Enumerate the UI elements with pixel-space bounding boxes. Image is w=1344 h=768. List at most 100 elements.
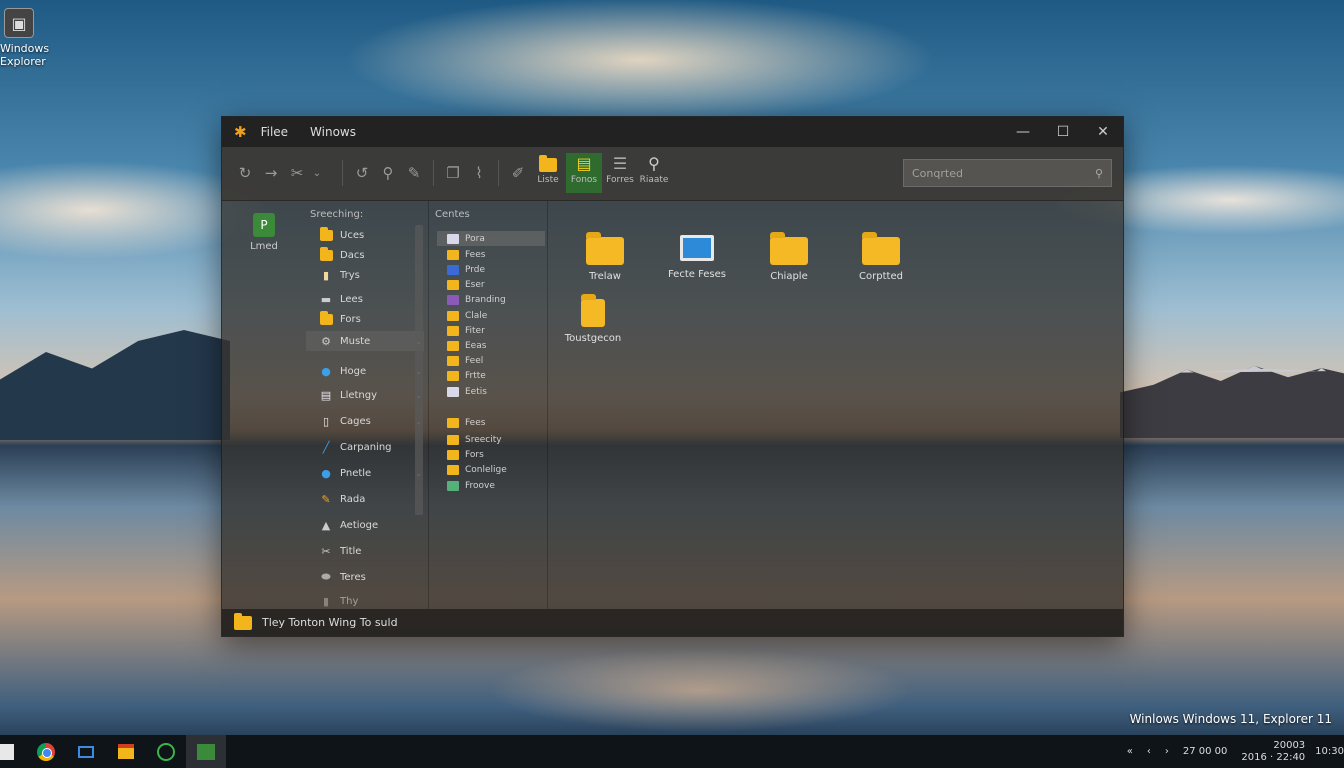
file-item-label: Trelaw: [589, 271, 621, 282]
tree-item[interactable]: Conlelige: [437, 462, 545, 477]
edit-icon[interactable]: ✐: [505, 164, 531, 182]
tree-item[interactable]: Eetis: [437, 384, 545, 399]
tree-item[interactable]: Froove: [437, 478, 545, 493]
copy-icon[interactable]: ❐: [440, 164, 466, 182]
list-view-button[interactable]: Liste: [530, 153, 566, 193]
tree-item-label: Feel: [465, 355, 484, 366]
explorer-window: ✱ Filee Winows — ☐ ✕ ↻ → ✂ ⌄ ↺ ⚲ ✎ ❐ ⌇ ✐…: [221, 116, 1124, 637]
quick-access-item[interactable]: P Lmed: [244, 213, 284, 252]
tree-item[interactable]: Prde: [437, 262, 545, 277]
tree-item-label: Conlelige: [465, 464, 507, 475]
maximize-button[interactable]: ☐: [1043, 124, 1083, 140]
tree-item[interactable]: Sreecity: [437, 432, 545, 447]
nav-item[interactable]: ▮ Trys: [306, 265, 424, 285]
drive-icon: ⬬: [321, 570, 331, 583]
attach-icon[interactable]: ⌇: [466, 164, 492, 182]
tree-item[interactable]: Fiter: [437, 323, 545, 338]
tree-item[interactable]: Eeas: [437, 338, 545, 353]
nav-item-label: Rada: [340, 493, 366, 505]
tree-item[interactable]: Fors: [437, 447, 545, 462]
tree-item[interactable]: Frtte: [437, 368, 545, 383]
tree-item[interactable]: Eser: [437, 277, 545, 292]
tray-next-icon[interactable]: ›: [1165, 746, 1169, 757]
forms-button[interactable]: ☰ Forres: [602, 153, 638, 193]
tree-item-label: Sreecity: [465, 434, 502, 445]
file-item-folder[interactable]: Trelaw: [570, 232, 640, 282]
quick-access-label: Lmed: [250, 241, 278, 252]
search-tool-button[interactable]: ⚲ Riaate: [636, 153, 672, 193]
close-button[interactable]: ✕: [1083, 124, 1123, 140]
refresh-icon[interactable]: ↻: [232, 164, 258, 182]
nav-item-label: Trys: [340, 269, 360, 281]
nav-item-label: Pnetle: [340, 467, 372, 479]
tree-item-label: Froove: [465, 480, 495, 491]
nav-item[interactable]: Dacs: [306, 245, 424, 265]
sync-icon[interactable]: ↺: [349, 164, 375, 182]
menu-windows[interactable]: Winows: [310, 125, 356, 139]
fonts-button[interactable]: ▤ Fonos: [566, 153, 602, 193]
fonts-label: Fonos: [570, 175, 598, 185]
tree-item[interactable]: Clale: [437, 308, 545, 323]
tree-item[interactable]: Fees: [437, 415, 545, 430]
tree-item[interactable]: Feel: [437, 353, 545, 368]
file-item-folder[interactable]: Chiaple: [754, 232, 824, 282]
taskbar-chrome[interactable]: [26, 735, 66, 768]
taskbar-clock[interactable]: [146, 735, 186, 768]
nav-scroll-thumb[interactable]: [415, 225, 423, 515]
nav-item[interactable]: ╱ Carpaning: [306, 437, 424, 457]
search-icon[interactable]: ⚲: [1095, 167, 1103, 180]
nav-item[interactable]: Fors: [306, 309, 424, 329]
taskbar-calendar[interactable]: [106, 735, 146, 768]
nav-item[interactable]: ✂ Title: [306, 541, 424, 561]
magnifier-icon: ⚲: [648, 154, 660, 173]
minimize-button[interactable]: —: [1003, 124, 1043, 140]
nav-item[interactable]: ▲ Aetioge: [306, 515, 424, 535]
tree-item-label: Prde: [465, 264, 486, 275]
nav-item-label: Cages: [340, 415, 371, 427]
nav-item[interactable]: ▬ Lees: [306, 289, 424, 309]
brush-icon[interactable]: ✎: [401, 164, 427, 182]
nav-item[interactable]: ▤Lletngy⌄: [306, 385, 424, 405]
forward-arrow-icon[interactable]: →: [258, 164, 284, 182]
nav-item-selected[interactable]: ⚙Muste⌄: [306, 331, 424, 351]
tree-item-selected[interactable]: Pora: [437, 231, 545, 246]
tree-item-label: Fiter: [465, 325, 485, 336]
tree-item-label: Fees: [465, 417, 486, 428]
forms-label: Forres: [606, 175, 634, 185]
tray-prev-icon[interactable]: ‹: [1147, 746, 1151, 757]
nav-item[interactable]: ●Pnetle⌄: [306, 463, 424, 483]
nav-item[interactable]: ▯Cages⌄: [306, 411, 424, 431]
nav-item-label: Muste: [340, 335, 371, 347]
search-input[interactable]: [912, 166, 1095, 180]
chevron-down-icon[interactable]: ⌄: [310, 168, 324, 179]
taskbar-display[interactable]: [66, 735, 106, 768]
document-icon: ▮: [322, 268, 330, 282]
file-item-monitor[interactable]: Fecte Feses: [662, 235, 732, 280]
folder-icon: [447, 355, 459, 366]
folder-document-icon: [581, 294, 605, 327]
nav-item[interactable]: ✎ Rada: [306, 489, 424, 509]
tray-rewind-icon[interactable]: «: [1127, 746, 1133, 757]
tree-item[interactable]: Fees: [437, 247, 545, 262]
tray-status-text: 27 00 00: [1182, 746, 1228, 757]
tray-clock[interactable]: 10:30: [1315, 746, 1344, 758]
nav-scrollbar[interactable]: [415, 225, 423, 515]
tree-item-label: Fors: [465, 449, 484, 460]
nav-item[interactable]: ⬬ Teres: [306, 567, 424, 587]
tree-item[interactable]: Branding: [437, 292, 545, 307]
nav-item[interactable]: ▮ Thy: [306, 591, 424, 611]
nav-item[interactable]: ●Hoge⌄: [306, 361, 424, 381]
file-item-folder-doc[interactable]: Toustgecon: [558, 294, 628, 344]
nav-item-label: Fors: [340, 313, 361, 325]
nav-item[interactable]: Uces: [306, 225, 424, 245]
tray-date-block[interactable]: 20003 2016 · 22:40: [1241, 740, 1305, 764]
desktop-icon-explorer[interactable]: ▣ Windows Explorer: [0, 8, 50, 68]
taskbar-explorer[interactable]: [186, 735, 226, 768]
navigation-pane: Sreeching: Uces Dacs ▮ Trys ▬ Lees Fors ⚙ M…: [306, 201, 428, 611]
pin-icon[interactable]: ⚲: [375, 164, 401, 182]
menu-file[interactable]: Filee: [261, 125, 288, 139]
book-icon: ▤: [576, 154, 592, 173]
tools-icon[interactable]: ✂: [284, 164, 310, 182]
start-button[interactable]: [0, 743, 14, 760]
file-item-folder[interactable]: Corptted: [846, 232, 916, 282]
